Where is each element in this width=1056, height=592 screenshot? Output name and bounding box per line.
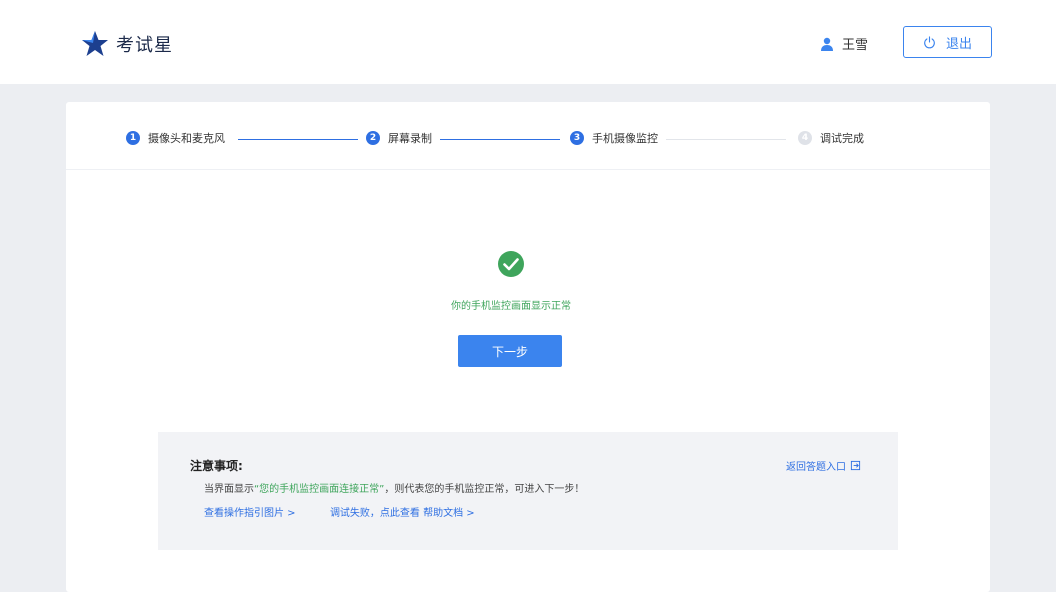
step-connector-1 (238, 139, 358, 140)
debug-card: 1 摄像头和麦克风 2 屏幕录制 3 手机摄像监控 4 调试完成 你的手机监控画… (66, 102, 990, 592)
status-message: 你的手机监控画面显示正常 (451, 301, 571, 312)
logout-button[interactable]: 退出 (903, 26, 992, 58)
user-info: 王雪 (820, 34, 868, 53)
step-3-label: 手机摄像监控 (592, 132, 658, 145)
logo-text: 考试星 (116, 35, 173, 56)
exit-icon (850, 460, 861, 471)
debug-failed-text: 调试失败，点此查看 (329, 508, 420, 519)
notice-title: 注意事项: (190, 459, 243, 473)
notice-panel: 注意事项: 当界面显示“您的手机监控画面连接正常”，则代表您的手机监控正常，可进… (158, 432, 898, 550)
step-2-label: 屏幕录制 (388, 132, 432, 145)
check-circle-icon (498, 251, 524, 277)
logout-label: 退出 (945, 36, 972, 52)
step-3: 3 手机摄像监控 (570, 130, 658, 146)
step-2-number: 2 (366, 131, 380, 145)
notice-text: 当界面显示“您的手机监控画面连接正常”，则代表您的手机监控正常，可进入下一步！ (204, 480, 584, 495)
help-docs-link[interactable]: 帮助文档 > (423, 508, 475, 519)
user-icon (821, 37, 833, 51)
step-1: 1 摄像头和麦克风 (126, 130, 225, 146)
return-to-exam-link[interactable]: 返回答题入口 (786, 458, 861, 473)
guide-images-link[interactable]: 查看操作指引图片 > (204, 508, 296, 519)
step-connector-3 (666, 139, 786, 140)
power-icon (924, 35, 935, 48)
notice-highlight: “您的手机监控画面连接正常” (254, 484, 385, 495)
step-4-label: 调试完成 (820, 132, 864, 145)
notice-links: 查看操作指引图片 > 调试失败，点此查看 帮助文档 > (204, 504, 475, 519)
step-2: 2 屏幕录制 (366, 130, 432, 146)
step-1-number: 1 (126, 131, 140, 145)
star-logo-icon (82, 31, 108, 56)
step-4: 4 调试完成 (798, 130, 864, 146)
notice-prefix: 当界面显示 (204, 484, 254, 495)
app-logo[interactable]: 考试星 (80, 26, 173, 62)
user-name: 王雪 (842, 38, 869, 53)
top-header: 考试星 王雪 退出 (0, 0, 1056, 84)
step-1-label: 摄像头和麦克风 (148, 132, 225, 145)
notice-suffix: ，则代表您的手机监控正常，可进入下一步！ (384, 484, 585, 495)
return-link-label: 返回答题入口 (786, 462, 846, 473)
step-4-number: 4 (798, 131, 812, 145)
step-3-number: 3 (570, 131, 584, 145)
step-connector-2 (440, 139, 560, 140)
next-step-button[interactable]: 下一步 (458, 335, 562, 367)
step-progress: 1 摄像头和麦克风 2 屏幕录制 3 手机摄像监控 4 调试完成 (66, 102, 990, 170)
